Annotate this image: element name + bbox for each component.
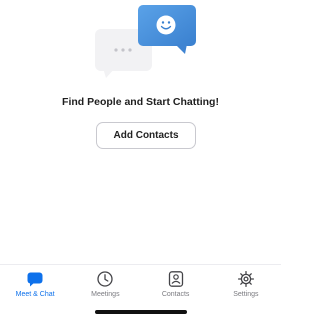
chat-bubble-icon <box>27 272 43 287</box>
tab-label: Meet & Chat <box>15 291 55 298</box>
clock-icon <box>97 271 114 287</box>
tab-label: Contacts <box>161 291 190 298</box>
chat-bubbles-illustration <box>95 5 196 78</box>
add-contacts-button[interactable]: Add Contacts <box>96 122 196 149</box>
tab-settings[interactable]: Settings <box>213 270 279 298</box>
bottom-tab-bar: Meet & Chat Meetings Contacts Settings <box>0 264 281 300</box>
gear-icon <box>237 270 254 288</box>
empty-state-headline: Find People and Start Chatting! <box>62 96 219 108</box>
tab-contacts[interactable]: Contacts <box>143 270 209 298</box>
home-indicator <box>95 310 187 314</box>
contact-card-icon <box>168 271 183 287</box>
tab-label: Settings <box>233 291 259 298</box>
tab-meet-and-chat[interactable]: Meet & Chat <box>2 270 68 298</box>
tab-meetings[interactable]: Meetings <box>72 270 138 298</box>
tab-label: Meetings <box>91 291 120 298</box>
